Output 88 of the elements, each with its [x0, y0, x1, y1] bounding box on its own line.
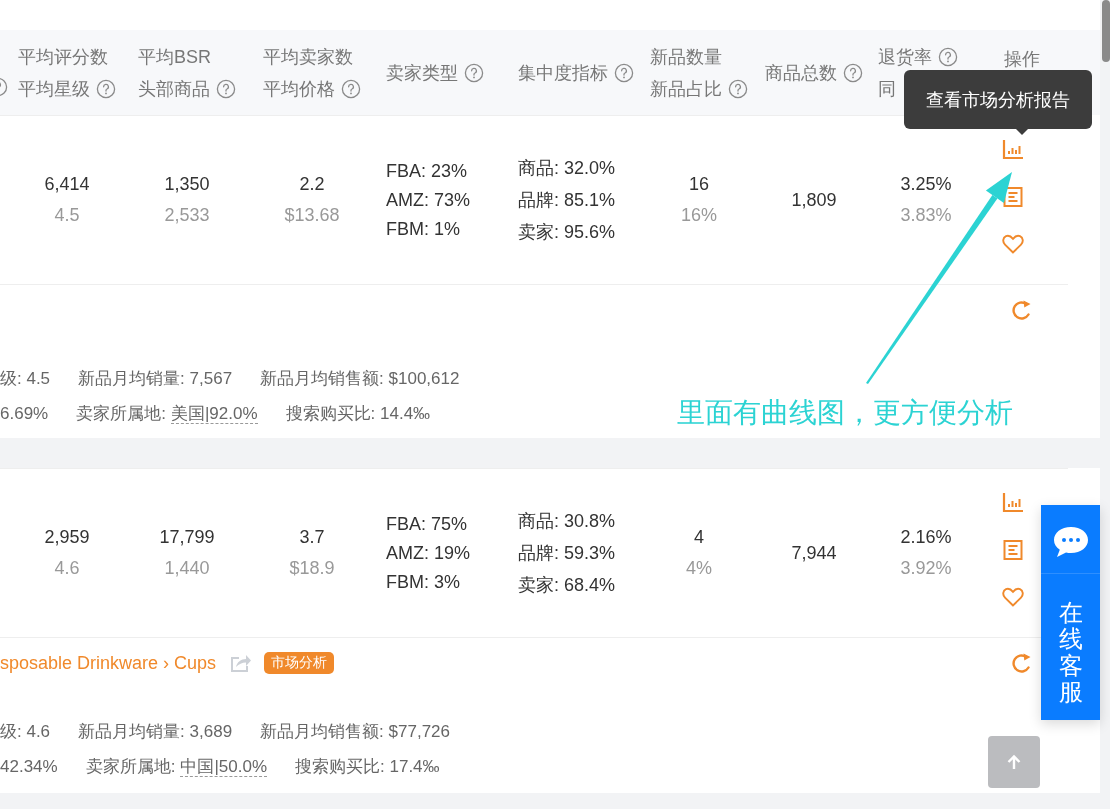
annotation-text: 里面有曲线图，更方便分析 [677, 396, 1013, 430]
table-cell-text: 商品: 32.0% [518, 157, 616, 180]
table-cell: FBM: 1% [386, 218, 460, 240]
heart-icon[interactable] [1002, 587, 1024, 607]
column-header: 平均评分数 [18, 45, 108, 69]
help-icon[interactable] [464, 62, 484, 83]
table-cell: 4.5 [54, 205, 80, 226]
stat-text: 新品月均销售额: $77,726 [260, 721, 450, 743]
column-header: 新品占比 [650, 77, 722, 101]
stat-text: 新品月均销量: 3,689 [78, 721, 233, 743]
table-cell-text: 品牌: 59.3% [518, 542, 616, 565]
stat-text: 级: 4.6 [0, 721, 51, 743]
table-cell: 7,944 [791, 542, 837, 564]
table-cell: 2,959 [44, 527, 90, 548]
tooltip: 查看市场分析报告 [904, 70, 1092, 129]
column-header: 平均卖家数 [263, 45, 353, 69]
stat-text: 新品月均销量: 7,567 [78, 368, 233, 390]
table-cell-text: 卖家: 68.4% [518, 574, 616, 597]
refresh-icon[interactable] [1011, 299, 1033, 321]
table-cell: $18.9 [289, 558, 335, 579]
stat-text: 42.34% [0, 756, 58, 777]
column-header: 平均星级 [18, 77, 90, 101]
chart-icon[interactable] [1002, 491, 1024, 513]
table-cell: 3.7 [299, 527, 325, 548]
up-arrow-icon [1006, 754, 1022, 770]
column-header: 同 [878, 77, 896, 101]
help-icon[interactable] [96, 78, 116, 99]
table-cell: 1,350 [164, 174, 210, 195]
column-header: 退货率 [878, 45, 932, 69]
help-icon[interactable] [614, 62, 634, 83]
table-cell-text: 品牌: 85.1% [518, 189, 616, 212]
stat-text: 搜索购买比: 17.4‰ [295, 756, 440, 778]
table-cell: 2.16% [900, 527, 952, 548]
table-cell: FBM: 3% [386, 571, 460, 593]
table-cell: 4 [694, 527, 704, 548]
help-icon[interactable] [216, 78, 236, 99]
document-icon[interactable] [1002, 539, 1024, 561]
table-cell: 4% [686, 558, 712, 579]
scrollbar-thumb[interactable] [1102, 0, 1110, 62]
table-cell-text: 商品: 30.8% [518, 510, 616, 533]
column-header: 平均价格 [263, 77, 335, 101]
refresh-icon[interactable] [1011, 652, 1033, 674]
stat-text: 卖家所属地: 中国|50.0% [85, 756, 268, 778]
table-cell: FBA: 75% [386, 513, 468, 535]
stat-text: 级: 4.5 [0, 368, 51, 390]
stat-text: 卖家所属地: 美国|92.0% [76, 403, 258, 425]
chat-icon [1051, 525, 1090, 559]
column-header: 操作 [1004, 48, 1040, 71]
help-icon[interactable] [728, 78, 748, 99]
stat-text: 搜索购买比: 14.4‰ [285, 403, 431, 425]
chart-icon[interactable] [1002, 138, 1024, 160]
column-header: 头部商品 [138, 77, 210, 101]
heart-icon[interactable] [1002, 234, 1024, 254]
column-header: 集中度指标 [518, 61, 608, 85]
table-cell: 1,440 [164, 558, 210, 579]
share-icon[interactable] [230, 653, 253, 673]
column-header: 卖家类型 [386, 61, 458, 85]
table-cell: AMZ: 73% [386, 189, 471, 211]
table-cell: 3.83% [900, 205, 952, 226]
category-link[interactable]: sposable Drinkware › Cups [0, 652, 217, 674]
stat-text: 6.69% [0, 403, 49, 424]
seller-location-link[interactable]: 美国|92.0% [170, 404, 258, 424]
help-icon[interactable] [843, 62, 863, 83]
table-cell: 4.6 [54, 558, 80, 579]
table-cell: $13.68 [284, 205, 340, 226]
column-header: 新品数量 [650, 45, 722, 69]
seller-location-link[interactable]: 中国|50.0% [180, 757, 268, 777]
tooltip-pointer [1013, 126, 1031, 136]
table-cell: 2,533 [164, 205, 210, 226]
table-cell: 3.92% [900, 558, 952, 579]
back-to-top-button[interactable] [988, 736, 1040, 788]
table-cell: 16 [689, 174, 709, 195]
table-cell: 1,809 [791, 189, 837, 211]
column-header: 商品总数 [765, 61, 837, 85]
table-cell: 6,414 [44, 174, 90, 195]
help-icon[interactable] [938, 46, 958, 67]
customer-service-button[interactable]: 在线客服 [1041, 505, 1100, 720]
help-icon[interactable] [341, 78, 361, 99]
stat-text: 新品月均销售额: $100,612 [260, 368, 460, 390]
table-cell: 17,799 [159, 527, 215, 548]
table-cell-text: 卖家: 95.6% [518, 221, 616, 244]
table-cell: FBA: 23% [386, 160, 468, 182]
table-cell: 16% [681, 205, 717, 226]
column-header: 平均BSR [138, 45, 211, 69]
table-cell: 3.25% [900, 174, 952, 195]
table-cell: 2.2 [299, 174, 325, 195]
market-analysis-tag[interactable]: 市场分析 [264, 652, 335, 674]
table-cell: AMZ: 19% [386, 542, 471, 564]
